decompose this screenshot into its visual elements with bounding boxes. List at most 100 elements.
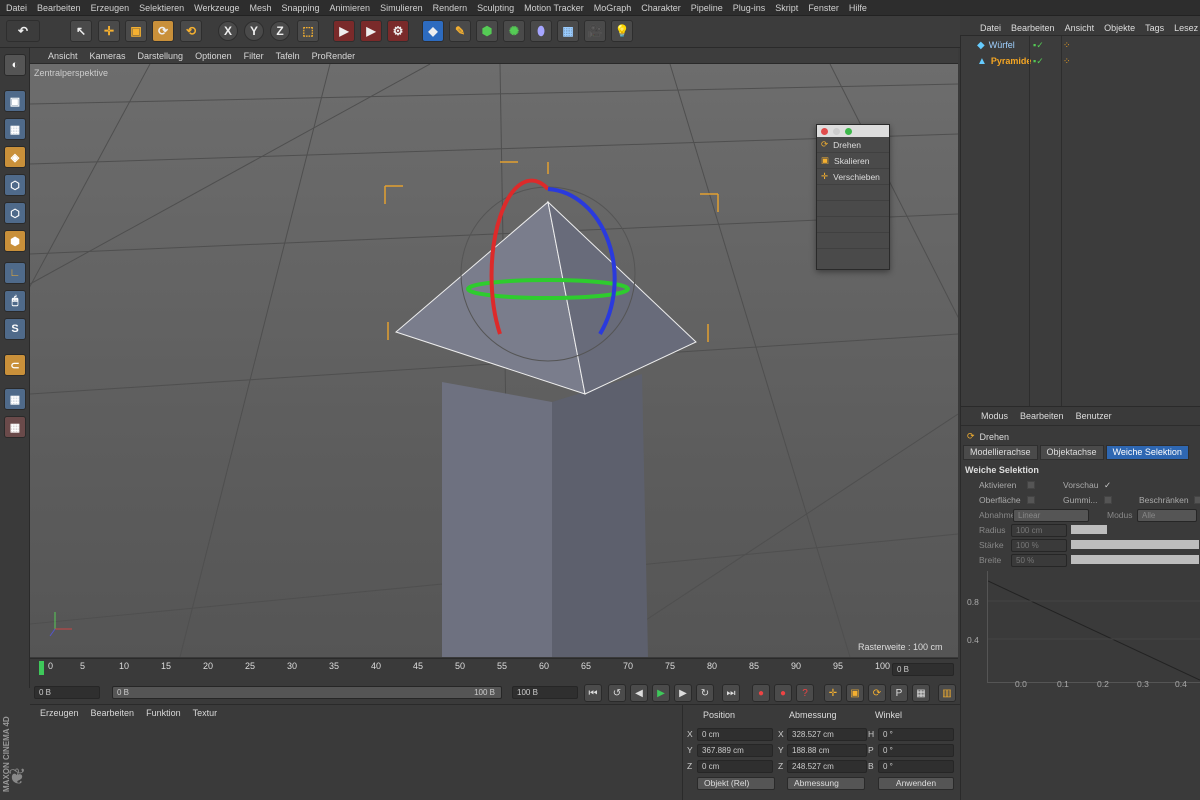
cloner-icon[interactable]: ✺ [503, 20, 525, 42]
axis-x-button[interactable]: X [218, 21, 238, 41]
menu-simulieren[interactable]: Simulieren [380, 3, 423, 13]
tab-objektachse[interactable]: Objektachse [1039, 445, 1104, 460]
radius-slider[interactable] [1071, 525, 1107, 534]
obj-menu-objekte[interactable]: Objekte [1104, 23, 1135, 33]
oberflaeche-checkbox[interactable] [1027, 496, 1035, 504]
select-tool-icon[interactable]: ↖ [70, 20, 92, 42]
rotate-tool-icon[interactable]: ⟳ [152, 20, 174, 42]
undo-icon[interactable]: ↶ [6, 20, 40, 42]
model-mode-icon[interactable]: ▣ [4, 90, 26, 112]
autokey-icon[interactable]: ● [774, 684, 792, 702]
obj-menu-datei[interactable]: Datei [980, 23, 1001, 33]
key-rotation-icon[interactable]: ⟳ [868, 684, 886, 702]
rotation-b-field[interactable]: 0 ° [878, 760, 954, 773]
last-tool-icon[interactable]: ⟲ [180, 20, 202, 42]
goto-end-icon[interactable]: ⏭ [722, 684, 740, 702]
menu-plugins[interactable]: Plug-ins [733, 3, 766, 13]
menu-snapping[interactable]: Snapping [282, 3, 320, 13]
menu-datei[interactable]: Datei [6, 3, 27, 13]
axis-mode-icon[interactable]: ∟ [4, 262, 26, 284]
menu-bearbeiten[interactable]: Bearbeiten [37, 3, 81, 13]
timeline-playhead[interactable] [39, 661, 44, 675]
menu-mograph[interactable]: MoGraph [594, 3, 632, 13]
obj-menu-bearbeiten[interactable]: Bearbeiten [1011, 23, 1055, 33]
texture-mode-icon[interactable]: ▦ [4, 118, 26, 140]
tweak-mode-icon[interactable]: 🖱 [4, 290, 26, 312]
lock-workplane-icon[interactable]: ▦ [4, 388, 26, 410]
edges-mode-icon[interactable]: ⬡ [4, 202, 26, 224]
vorschau-check-icon[interactable]: ✓ [1104, 480, 1111, 491]
render-view-icon[interactable]: ▶ [333, 20, 355, 42]
start-frame-field[interactable]: 0 B [34, 686, 100, 699]
timeline-ruler[interactable]: 0 5 10 15 20 25 30 35 40 45 50 55 60 65 … [30, 658, 958, 680]
object-name[interactable]: Würfel [989, 40, 1015, 50]
menu-hilfe[interactable]: Hilfe [849, 3, 867, 13]
scale-tool-icon[interactable]: ▣ [125, 20, 147, 42]
beschraenken-checkbox[interactable] [1194, 496, 1200, 504]
solo-mode-icon[interactable]: S [4, 318, 26, 340]
make-editable-icon[interactable]: ◐ [4, 54, 26, 76]
apply-button[interactable]: Anwenden [878, 777, 954, 790]
vp-menu-optionen[interactable]: Optionen [195, 51, 232, 61]
prev-key-icon[interactable]: ↺ [608, 684, 626, 702]
object-row-wuerfel[interactable]: ◆ Würfel ▪✓ ⁘ [961, 38, 1200, 52]
menu-rendern[interactable]: Rendern [433, 3, 468, 13]
attr-menu-bearbeiten[interactable]: Bearbeiten [1020, 411, 1064, 421]
current-frame-field[interactable]: 0 B [892, 663, 954, 676]
prev-frame-icon[interactable]: ◀ [630, 684, 648, 702]
play-icon[interactable]: ▶ [652, 684, 670, 702]
mat-menu-funktion[interactable]: Funktion [146, 708, 181, 718]
menu-pipeline[interactable]: Pipeline [691, 3, 723, 13]
tool-palette-window[interactable]: ⟳ Drehen ▣ Skalieren ✛ Verschieben [816, 124, 890, 270]
staerke-field[interactable]: 100 % [1011, 539, 1067, 552]
points-mode-icon[interactable]: ⬡ [4, 174, 26, 196]
coordinate-mode-dropdown[interactable]: Objekt (Rel) [697, 777, 775, 790]
visibility-check-icon[interactable]: ▪✓ [1033, 56, 1044, 67]
falloff-graph[interactable] [987, 571, 1200, 683]
obj-menu-tags[interactable]: Tags [1145, 23, 1164, 33]
keyframe-selection-icon[interactable]: ? [796, 684, 814, 702]
palette-item-verschieben[interactable]: ✛ Verschieben [817, 169, 889, 185]
menu-fenster[interactable]: Fenster [808, 3, 839, 13]
position-z-field[interactable]: 0 cm [697, 760, 773, 773]
breite-slider[interactable] [1071, 555, 1199, 564]
object-name[interactable]: Pyramide [991, 56, 1032, 66]
cube-icon[interactable]: ◆ [422, 20, 444, 42]
menu-skript[interactable]: Skript [775, 3, 798, 13]
key-scale-icon[interactable]: ▣ [846, 684, 864, 702]
aktivieren-checkbox[interactable] [1027, 481, 1035, 489]
staerke-slider[interactable] [1071, 540, 1199, 549]
floor-icon[interactable]: ▦ [557, 20, 579, 42]
radius-field[interactable]: 100 cm [1011, 524, 1067, 537]
vp-menu-darstellung[interactable]: Darstellung [138, 51, 184, 61]
workplane-icon[interactable]: ◈ [4, 146, 26, 168]
deformer-icon[interactable]: ⬮ [530, 20, 552, 42]
render-settings-icon[interactable]: ⚙ [387, 20, 409, 42]
menu-motion-tracker[interactable]: Motion Tracker [524, 3, 584, 13]
vp-menu-kameras[interactable]: Kameras [90, 51, 126, 61]
vp-menu-tafeln[interactable]: Tafeln [276, 51, 300, 61]
obj-menu-ansicht[interactable]: Ansicht [1065, 23, 1095, 33]
tab-modellierachse[interactable]: Modellierachse [963, 445, 1038, 460]
light-icon[interactable]: 💡 [611, 20, 633, 42]
planar-workplane-icon[interactable]: ▦ [4, 416, 26, 438]
next-frame-icon[interactable]: ▶ [674, 684, 692, 702]
size-z-field[interactable]: 248.527 cm [787, 760, 867, 773]
rotation-p-field[interactable]: 0 ° [878, 744, 954, 757]
key-pla-icon[interactable]: ▦ [912, 684, 930, 702]
attr-menu-modus[interactable]: Modus [981, 411, 1008, 421]
axis-z-button[interactable]: Z [270, 21, 290, 41]
axis-y-button[interactable]: Y [244, 21, 264, 41]
tag-icon[interactable]: ⁘ [1063, 56, 1071, 67]
visibility-check-icon[interactable]: ▪✓ [1033, 40, 1044, 51]
palette-item-skalieren[interactable]: ▣ Skalieren [817, 153, 889, 169]
modus-dropdown[interactable]: Alle [1137, 509, 1197, 522]
menu-werkzeuge[interactable]: Werkzeuge [194, 3, 239, 13]
menu-erzeugen[interactable]: Erzeugen [91, 3, 130, 13]
snap-icon[interactable]: ⊂ [4, 354, 26, 376]
key-position-icon[interactable]: ✛ [824, 684, 842, 702]
range-slider[interactable]: 0 B 100 B [112, 686, 502, 699]
mat-menu-bearbeiten[interactable]: Bearbeiten [91, 708, 135, 718]
size-mode-dropdown[interactable]: Abmessung [787, 777, 865, 790]
minimize-icon[interactable] [833, 127, 840, 135]
